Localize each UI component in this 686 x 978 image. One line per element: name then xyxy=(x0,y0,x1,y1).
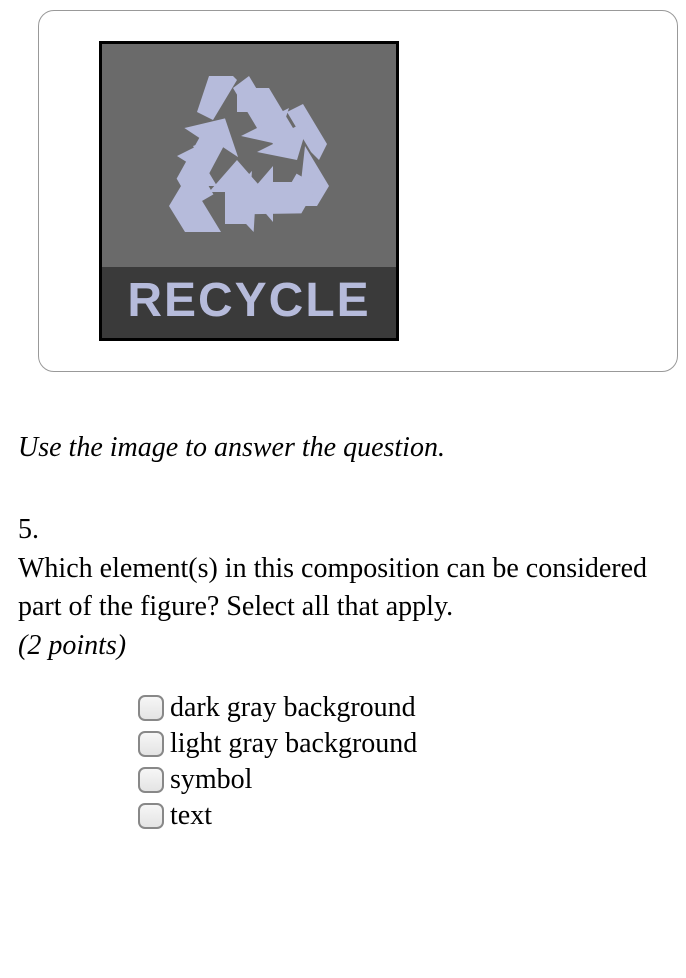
checkbox-symbol[interactable] xyxy=(138,767,164,793)
option-row: text xyxy=(138,800,668,832)
recycle-symbol-area xyxy=(102,44,396,267)
checkbox-light-gray-background[interactable] xyxy=(138,731,164,757)
option-row: symbol xyxy=(138,764,668,796)
recycle-sign: RECYCLE xyxy=(99,41,399,341)
option-label: symbol xyxy=(170,764,252,796)
option-label: light gray background xyxy=(170,728,417,760)
option-label: text xyxy=(170,800,212,832)
option-row: light gray background xyxy=(138,728,668,760)
image-card: RECYCLE xyxy=(38,10,678,372)
option-label: dark gray background xyxy=(170,692,416,724)
question-points: (2 points) xyxy=(18,630,668,662)
options-list: dark gray background light gray backgrou… xyxy=(18,692,668,832)
recycle-icon xyxy=(149,56,349,256)
question-text: Which element(s) in this composition can… xyxy=(18,550,668,626)
question-number: 5. xyxy=(18,514,668,546)
checkbox-dark-gray-background[interactable] xyxy=(138,695,164,721)
checkbox-text[interactable] xyxy=(138,803,164,829)
instruction-text: Use the image to answer the question. xyxy=(18,432,668,464)
recycle-label: RECYCLE xyxy=(102,267,396,338)
option-row: dark gray background xyxy=(138,692,668,724)
